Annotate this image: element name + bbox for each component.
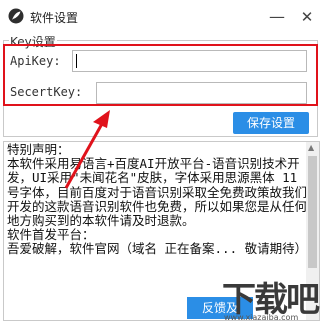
watermark-logo: 下载吧 www.xiazaiba.com (222, 272, 322, 324)
watermark-url: www.xiazaiba.com (224, 313, 299, 322)
